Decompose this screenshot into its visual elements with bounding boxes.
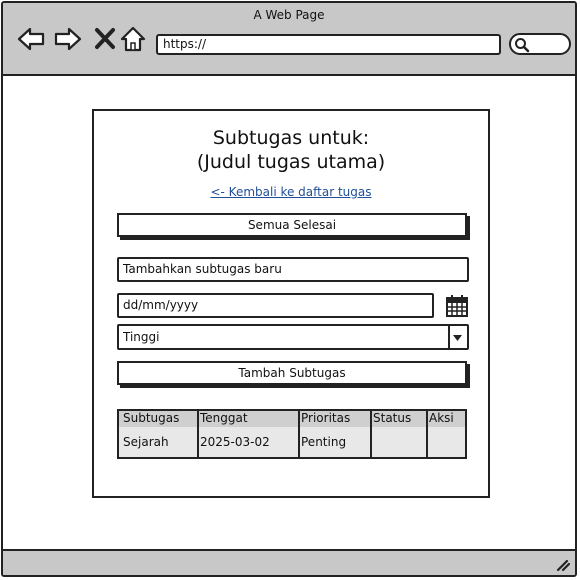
- column-divider: [298, 411, 300, 457]
- header-subtask: Subtugas: [123, 411, 180, 425]
- all-done-button[interactable]: Semua Selesai: [117, 213, 467, 237]
- row-deadline-cell: 2025-03-02: [200, 435, 270, 449]
- window-title: A Web Page: [253, 8, 325, 22]
- resize-grip-icon[interactable]: [555, 558, 571, 572]
- column-divider: [426, 411, 428, 457]
- calendar-icon[interactable]: [446, 295, 468, 317]
- search-icon: [515, 38, 530, 53]
- header-status: Status: [373, 411, 412, 425]
- arrow-right-icon[interactable]: [53, 25, 83, 53]
- header-deadline: Tenggat: [200, 411, 248, 425]
- arrow-left-icon[interactable]: [16, 25, 46, 53]
- subtask-table: Subtugas Tenggat Prioritas Status Aksi S…: [117, 409, 467, 459]
- column-divider: [197, 411, 199, 457]
- header-priority: Prioritas: [301, 411, 351, 425]
- back-to-task-list-link[interactable]: <- Kembali ke daftar tugas: [210, 185, 371, 199]
- back-link-wrapper: <- Kembali ke daftar tugas: [94, 185, 488, 199]
- page-title: Subtugas untuk: (Judul tugas utama): [94, 126, 488, 174]
- home-icon[interactable]: [118, 25, 148, 53]
- select-arrow: [448, 326, 467, 348]
- page-title-line2: (Judul tugas utama): [196, 151, 386, 173]
- browser-statusbar: [3, 549, 575, 575]
- browser-window: A Web Page https:// Subtugas untuk: (Jud…: [1, 1, 577, 577]
- priority-selected-value: Tinggi: [123, 330, 160, 344]
- close-icon[interactable]: [91, 25, 121, 53]
- header-action: Aksi: [429, 411, 454, 425]
- new-subtask-input[interactable]: Tambahkan subtugas baru: [117, 257, 469, 282]
- column-divider: [370, 411, 372, 457]
- search-box[interactable]: [509, 33, 571, 55]
- subtask-panel: Subtugas untuk: (Judul tugas utama) <- K…: [92, 109, 490, 498]
- url-bar[interactable]: https://: [156, 34, 501, 55]
- row-subtask-cell: Sejarah: [123, 435, 169, 449]
- page-title-line1: Subtugas untuk:: [212, 127, 370, 149]
- add-subtask-button[interactable]: Tambah Subtugas: [117, 361, 467, 385]
- chevron-down-icon: [453, 335, 462, 341]
- date-input[interactable]: dd/mm/yyyy: [117, 293, 434, 318]
- priority-select[interactable]: Tinggi: [117, 324, 469, 350]
- browser-titlebar: A Web Page https://: [3, 3, 575, 76]
- row-priority-cell: Penting: [301, 435, 347, 449]
